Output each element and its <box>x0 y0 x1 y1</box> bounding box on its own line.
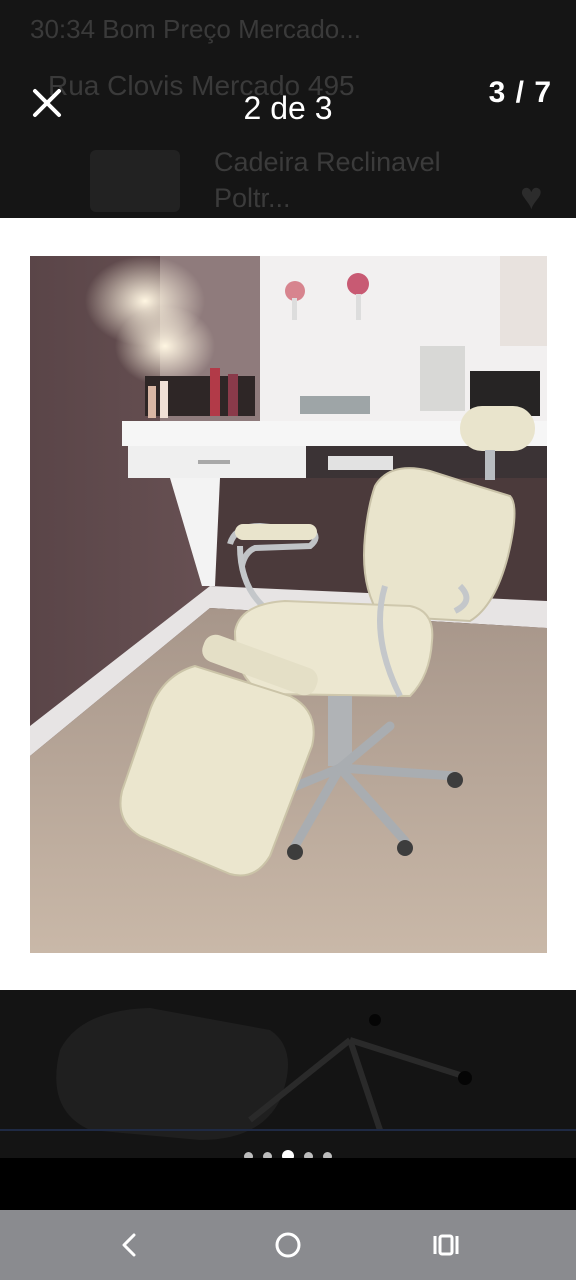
product-photo[interactable] <box>30 256 547 953</box>
recents-icon[interactable] <box>416 1222 476 1268</box>
home-circle-icon[interactable] <box>258 1222 318 1268</box>
background-heart-icon: ♥ <box>520 176 543 218</box>
background-listing-title: Cadeira Reclinavel Poltr... <box>214 147 441 213</box>
photo-card <box>0 218 576 990</box>
background-thumbnail <box>90 150 180 212</box>
background-lower-content <box>0 990 576 1158</box>
background-chair-preview <box>0 1008 576 1140</box>
salon-chair-illustration <box>30 256 547 953</box>
system-nav-bar <box>0 1210 576 1280</box>
bottom-spacer <box>0 1158 576 1210</box>
image-counter: 3 / 7 <box>488 76 552 109</box>
back-chevron-icon[interactable] <box>100 1222 160 1268</box>
background-status-text: 30:34 Bom Preço Mercado... <box>30 14 361 44</box>
